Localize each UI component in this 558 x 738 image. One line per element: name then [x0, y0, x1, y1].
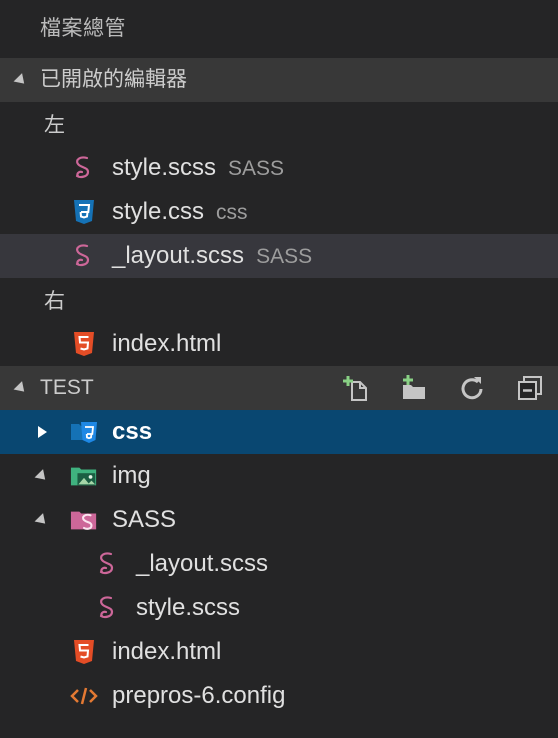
open-editor-item[interactable]: style.scss SASS: [0, 146, 558, 190]
open-editors-title: 已開啟的編輯器: [40, 68, 187, 91]
tree-folder-sass[interactable]: SASS: [0, 498, 558, 542]
tree-file[interactable]: prepros-6.config: [0, 674, 558, 718]
file-description: SASS: [256, 245, 313, 268]
tree-item-label: css: [112, 418, 153, 445]
open-editor-item[interactable]: style.css css: [0, 190, 558, 234]
html5-icon: [70, 330, 98, 358]
css-folder-icon: [70, 418, 98, 446]
tree-item-label: _layout.scss: [136, 550, 269, 577]
file-name: index.html: [112, 330, 222, 357]
refresh-icon[interactable]: [458, 374, 486, 402]
tree-file[interactable]: style.scss: [0, 586, 558, 630]
tree-folder-img[interactable]: img: [0, 454, 558, 498]
editor-group-label: 左: [44, 114, 65, 137]
test-folder-header[interactable]: TEST: [0, 366, 558, 410]
html5-icon: [70, 638, 98, 666]
sass-icon: [94, 550, 122, 578]
tree-item-label: img: [112, 462, 151, 489]
chevron-down-icon[interactable]: [13, 366, 29, 410]
new-folder-icon[interactable]: [400, 374, 428, 402]
open-editor-item[interactable]: _layout.scss SASS: [0, 234, 558, 278]
tree-item-label: index.html: [112, 638, 222, 665]
css3-icon: [70, 198, 98, 226]
sass-icon: [70, 154, 98, 182]
file-name: _layout.scss: [112, 242, 245, 269]
workspace-title: TEST: [40, 376, 94, 399]
image-folder-icon: [70, 462, 98, 490]
sass-folder-icon: [70, 506, 98, 534]
tree-file[interactable]: _layout.scss: [0, 542, 558, 586]
sass-icon: [70, 242, 98, 270]
tree-item-label: SASS: [112, 506, 177, 533]
new-file-icon[interactable]: [342, 374, 370, 402]
open-editor-item[interactable]: index.html: [0, 322, 558, 366]
editor-group-right: 右: [0, 278, 558, 322]
chevron-down-icon[interactable]: [32, 506, 52, 534]
sass-icon: [94, 594, 122, 622]
code-icon: [70, 682, 98, 710]
collapse-all-icon[interactable]: [516, 374, 544, 402]
tree-file[interactable]: index.html: [0, 630, 558, 674]
file-description: css: [216, 201, 248, 224]
tree-item-label: style.scss: [136, 594, 241, 621]
chevron-down-icon[interactable]: [32, 462, 52, 490]
explorer-actions: [342, 366, 544, 410]
editor-group-left: 左: [0, 102, 558, 146]
file-name: style.css: [112, 198, 205, 225]
panel-title: 檔案總管: [40, 17, 126, 40]
file-description: SASS: [228, 157, 285, 180]
chevron-down-icon[interactable]: [13, 58, 29, 102]
chevron-right-icon[interactable]: [32, 418, 52, 446]
tree-item-label: prepros-6.config: [112, 682, 286, 709]
tree-folder-css[interactable]: css: [0, 410, 558, 454]
editor-group-label: 右: [44, 290, 65, 313]
open-editors-header[interactable]: 已開啟的編輯器: [0, 58, 558, 102]
file-name: style.scss: [112, 154, 217, 181]
explorer-panel: 檔案總管 已開啟的編輯器 左 style.scss SASS style.css c…: [0, 0, 558, 718]
